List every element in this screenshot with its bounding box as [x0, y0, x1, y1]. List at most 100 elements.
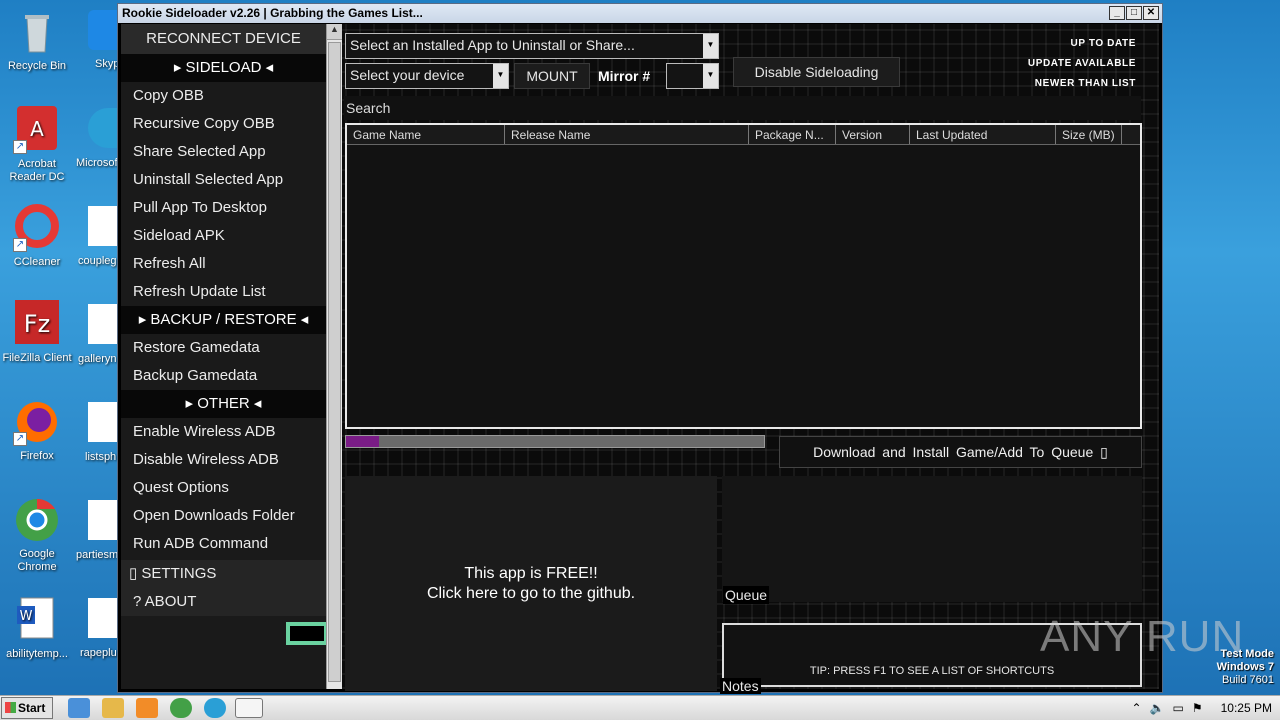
word-document-icon[interactable]: [88, 304, 118, 344]
games-table[interactable]: Game Name Release Name Package N... Vers…: [345, 123, 1142, 429]
column-header[interactable]: Version: [836, 125, 910, 144]
refresh-update-list-button[interactable]: Refresh Update List: [121, 278, 326, 306]
network-icon[interactable]: ▭: [1173, 701, 1184, 715]
start-button[interactable]: Start: [1, 697, 53, 719]
settings-button[interactable]: ▯ SETTINGS: [121, 560, 326, 588]
open-downloads-folder-button[interactable]: Open Downloads Folder: [121, 502, 326, 530]
internet-explorer-icon[interactable]: [68, 698, 90, 718]
rookie-sideloader-taskbar-icon[interactable]: [235, 698, 263, 718]
desktop-icon-word-doc[interactable]: W abilitytemp...: [0, 596, 74, 661]
desktop-partial-label[interactable]: partiesm: [76, 549, 118, 561]
recursive-copy-obb-button[interactable]: Recursive Copy OBB: [121, 110, 326, 138]
chevron-down-icon[interactable]: ▼: [703, 34, 718, 58]
desktop-partial-label[interactable]: listsph: [85, 451, 116, 463]
word-document-icon[interactable]: [88, 402, 118, 442]
svg-text:A: A: [30, 117, 44, 141]
copy-obb-button[interactable]: Copy OBB: [121, 82, 326, 110]
ccleaner-icon: ↗: [13, 204, 61, 252]
installed-app-select[interactable]: Select an Installed App to Uninstall or …: [345, 33, 719, 59]
desktop-icon-filezilla[interactable]: Fz FileZilla Client: [0, 300, 74, 365]
word-document-icon[interactable]: [88, 500, 118, 540]
chevron-down-icon[interactable]: ▼: [493, 64, 508, 88]
github-link-panel[interactable]: This app is FREE!! Click here to go to t…: [345, 476, 717, 691]
desktop-icon-acrobat[interactable]: A ↗ Acrobat Reader DC: [0, 106, 74, 184]
quest-options-button[interactable]: Quest Options: [121, 474, 326, 502]
skype-icon[interactable]: [88, 10, 118, 50]
backup-gamedata-button[interactable]: Backup Gamedata: [121, 362, 326, 390]
share-selected-app-button[interactable]: Share Selected App: [121, 138, 326, 166]
scroll-up-arrow-icon[interactable]: ▲: [327, 24, 342, 40]
desktop-partial-label[interactable]: Microsof: [76, 157, 118, 169]
scrollbar-thumb[interactable]: [328, 42, 341, 682]
start-label: Start: [18, 701, 46, 715]
free-message: This app is FREE!! Click here to go to t…: [345, 564, 717, 604]
column-header[interactable]: Package N...: [749, 125, 836, 144]
desktop-partial-label[interactable]: Skyp: [95, 58, 119, 70]
about-button[interactable]: ? ABOUT: [121, 588, 326, 616]
window-titlebar[interactable]: Rookie Sideloader v2.26 | Grabbing the G…: [118, 4, 1162, 23]
chrome-icon: [13, 496, 61, 544]
shortcut-arrow-icon: ↗: [13, 432, 27, 446]
test-mode-line3: Build 7601: [1222, 674, 1274, 686]
search-input[interactable]: Search: [344, 96, 1141, 120]
queue-label: Queue: [723, 586, 770, 604]
action-center-flag-icon[interactable]: ⚑: [1192, 701, 1203, 715]
other-header[interactable]: ▸ OTHER ◂: [121, 390, 326, 418]
column-header[interactable]: Size (MB): [1056, 125, 1122, 144]
sidebar-scrollbar[interactable]: ▲: [326, 24, 342, 689]
desktop-partial-label[interactable]: galleryn: [78, 353, 117, 365]
word-document-icon: W: [13, 596, 61, 644]
enable-wireless-adb-button[interactable]: Enable Wireless ADB: [121, 418, 326, 446]
media-player-icon[interactable]: [136, 698, 158, 718]
column-header[interactable]: Last Updated: [910, 125, 1056, 144]
sideload-apk-button[interactable]: Sideload APK: [121, 222, 326, 250]
maximize-button[interactable]: □: [1126, 6, 1142, 20]
desktop-partial-label[interactable]: couplegr: [78, 255, 120, 267]
chevron-down-icon[interactable]: ▼: [703, 64, 718, 88]
close-button[interactable]: ✕: [1143, 6, 1159, 20]
recycle-bin-icon: [13, 8, 61, 56]
minimize-button[interactable]: _: [1109, 6, 1125, 20]
desktop-icon-firefox[interactable]: ↗ Firefox: [0, 398, 74, 463]
table-header: Game Name Release Name Package N... Vers…: [347, 125, 1140, 145]
queue-list[interactable]: [722, 476, 1142, 602]
restore-gamedata-button[interactable]: Restore Gamedata: [121, 334, 326, 362]
file-explorer-icon[interactable]: [102, 698, 124, 718]
column-header[interactable]: Release Name: [505, 125, 749, 144]
sideload-header[interactable]: ▸ SIDELOAD ◂: [121, 54, 326, 82]
clock[interactable]: 10:25 PM: [1221, 701, 1272, 715]
desktop-icon-recycle-bin[interactable]: Recycle Bin: [0, 8, 74, 73]
pull-app-to-desktop-button[interactable]: Pull App To Desktop: [121, 194, 326, 222]
word-document-icon[interactable]: [88, 206, 118, 246]
backup-restore-header[interactable]: ▸ BACKUP / RESTORE ◂: [121, 306, 326, 334]
legend-newer-than-list: NEWER THAN LIST: [1034, 78, 1136, 89]
edge-taskbar-icon[interactable]: [204, 698, 226, 718]
volume-icon[interactable]: 🔈: [1150, 701, 1165, 715]
word-document-icon[interactable]: [88, 598, 118, 638]
desktop-icon-ccleaner[interactable]: ↗ CCleaner: [0, 204, 74, 269]
disable-wireless-adb-button[interactable]: Disable Wireless ADB: [121, 446, 326, 474]
mirror-select[interactable]: ▼: [666, 63, 719, 89]
firefox-icon: ↗: [13, 398, 61, 446]
refresh-all-button[interactable]: Refresh All: [121, 250, 326, 278]
desktop-partial-label[interactable]: rapeplu: [80, 647, 117, 659]
run-adb-command-button[interactable]: Run ADB Command: [121, 530, 326, 558]
window-title: Rookie Sideloader v2.26 | Grabbing the G…: [122, 6, 423, 20]
uninstall-selected-app-button[interactable]: Uninstall Selected App: [121, 166, 326, 194]
sidebar: RECONNECT DEVICE ▸ SIDELOAD ◂ Copy OBB R…: [121, 24, 328, 689]
app-window: Rookie Sideloader v2.26 | Grabbing the G…: [117, 3, 1163, 694]
edge-icon[interactable]: [88, 108, 118, 148]
show-hidden-icons-chevron-icon[interactable]: ⌃: [1132, 701, 1142, 715]
reconnect-device-button[interactable]: RECONNECT DEVICE: [121, 24, 326, 54]
column-header[interactable]: Game Name: [347, 125, 505, 144]
download-install-button[interactable]: Download and Install Game/Add To Queue ▯: [779, 436, 1142, 468]
notes-label: Notes: [720, 678, 761, 694]
system-tray: ⌃ 🔈 ▭ ⚑ 10:25 PM: [1132, 696, 1280, 720]
device-select[interactable]: Select your device ▼: [345, 63, 509, 89]
disable-sideloading-button[interactable]: Disable Sideloading: [733, 57, 900, 87]
mount-button[interactable]: MOUNT: [514, 63, 590, 89]
shortcut-tip: TIP: PRESS F1 TO SEE A LIST OF SHORTCUTS: [809, 665, 1055, 677]
desktop-icon-chrome[interactable]: Google Chrome: [0, 496, 74, 574]
chrome-taskbar-icon[interactable]: [170, 698, 192, 718]
device-select-value: Select your device: [350, 67, 465, 83]
